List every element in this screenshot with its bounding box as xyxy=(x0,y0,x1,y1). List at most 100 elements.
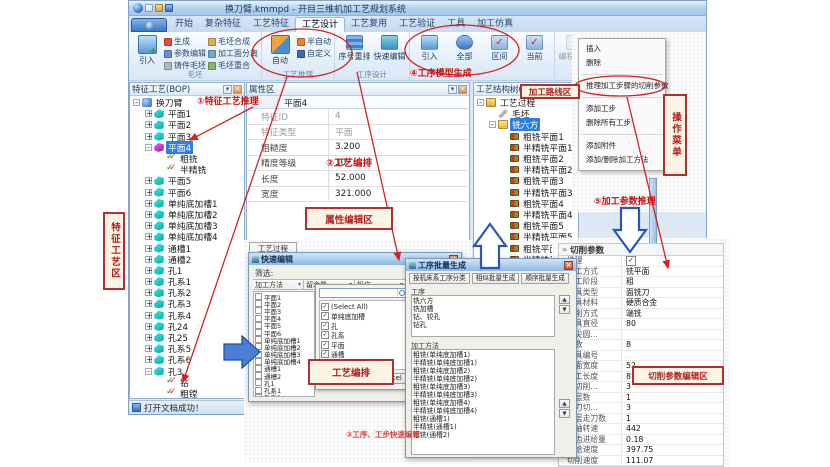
mode-button[interactable]: 相似批量生成 xyxy=(472,273,520,284)
ribbon-tab[interactable]: 工艺设计 xyxy=(295,17,345,32)
param-value[interactable]: 1 xyxy=(621,414,723,424)
ribbon-button[interactable]: 区间 xyxy=(483,34,516,71)
expand-toggle-icon[interactable]: - xyxy=(145,368,152,375)
ribbon-tab[interactable]: 加工仿真 xyxy=(471,17,519,32)
param-value[interactable]: 硬质合金 xyxy=(621,298,723,308)
checklist-item[interactable]: 孔系2 xyxy=(255,394,313,397)
tree-item[interactable]: 粗镗 xyxy=(131,388,243,398)
expand-toggle-icon[interactable]: + xyxy=(145,200,152,207)
application-menu-button[interactable] xyxy=(131,18,167,32)
list-item[interactable]: 粗铣(单纯底加槽2) xyxy=(413,367,553,375)
menu-item[interactable]: 删除 xyxy=(579,56,665,70)
expand-toggle-icon[interactable]: + xyxy=(145,345,152,352)
ribbon-button[interactable]: 当前 xyxy=(518,34,551,71)
list-item[interactable]: 粗铣(通槽2) xyxy=(413,431,553,439)
expand-toggle-icon[interactable]: + xyxy=(145,278,152,285)
title-bar[interactable]: 换刀臂.kmmpd - 开目三维机加工艺规划系统 xyxy=(129,1,706,16)
param-value[interactable]: 111.07 xyxy=(621,456,723,466)
expand-toggle-icon[interactable]: + xyxy=(145,312,152,319)
expand-toggle-icon[interactable]: + xyxy=(145,300,152,307)
list-item[interactable]: 粗铣(通槽1) xyxy=(413,415,553,423)
expand-toggle-icon[interactable]: + xyxy=(145,121,152,128)
filter-option-checkbox[interactable]: (Select All) xyxy=(321,302,405,312)
pin-icon[interactable] xyxy=(223,85,232,94)
filter-option-checkbox[interactable]: 单纯底加槽 xyxy=(321,312,405,322)
mode-button[interactable]: 按机床系工序分类 xyxy=(409,273,470,284)
expand-toggle-icon[interactable]: - xyxy=(133,99,140,106)
expand-toggle-icon[interactable]: + xyxy=(145,323,152,330)
menu-item[interactable]: 添加工步 xyxy=(579,102,665,116)
param-value[interactable]: 8 xyxy=(621,340,723,350)
property-row[interactable]: 宽度321.000 xyxy=(248,187,468,203)
vertical-scrollbar[interactable] xyxy=(649,178,657,244)
param-value[interactable]: 面铣刀 xyxy=(621,288,723,298)
property-value[interactable]: 321.000 xyxy=(328,187,468,202)
ribbon-small-button[interactable]: 自定义 xyxy=(297,48,331,59)
import-blank-button[interactable]: 引入 xyxy=(132,34,162,71)
ribbon-small-button[interactable]: 毛坯合成 xyxy=(208,36,258,47)
ribbon-tab[interactable]: 工艺特征 xyxy=(247,17,295,32)
param-value[interactable] xyxy=(621,351,723,361)
ribbon-tab[interactable]: 工艺验证 xyxy=(393,17,441,32)
filter-option-checkbox[interactable]: 通槽 xyxy=(321,350,405,360)
chevron-down-icon[interactable]: ▾ xyxy=(298,281,301,288)
filter-option-checkbox[interactable]: 孔 xyxy=(321,321,405,331)
move-up-button[interactable]: ▲ xyxy=(559,399,570,408)
mode-button[interactable]: 顺序批量生成 xyxy=(521,273,569,284)
filter-option-checkbox[interactable]: 平面 xyxy=(321,340,405,350)
filter-option-checkbox[interactable]: 孔系 xyxy=(321,331,405,341)
move-down-button[interactable]: ▼ xyxy=(559,409,570,418)
param-value[interactable]: 0.18 xyxy=(621,435,723,445)
table-header[interactable]: » 切削参数 xyxy=(559,244,723,256)
menu-item[interactable]: 删除所有工步 xyxy=(579,116,665,130)
open-folder-icon[interactable] xyxy=(155,4,163,12)
ribbon-button[interactable]: 快速编辑 xyxy=(373,34,406,71)
expand-toggle-icon[interactable]: + xyxy=(145,133,152,140)
param-value[interactable]: 粗 xyxy=(621,277,723,287)
param-value[interactable]: 442 xyxy=(621,424,723,434)
param-value[interactable]: 1 xyxy=(621,393,723,403)
list-item[interactable]: 半精铣(单纯底加槽3) xyxy=(413,391,553,399)
expand-toggle-icon[interactable]: + xyxy=(145,211,152,218)
ribbon-tab[interactable]: 工具 xyxy=(441,17,471,32)
param-value[interactable]: 铣平面 xyxy=(621,267,723,277)
save-icon[interactable] xyxy=(165,4,173,12)
ribbon-small-button[interactable]: 参数编辑 xyxy=(164,48,206,59)
menu-item[interactable]: 添加附件 xyxy=(579,139,665,153)
ribbon-tab[interactable]: 开始 xyxy=(169,17,199,32)
property-value[interactable]: 3.200 xyxy=(328,140,468,155)
close-icon[interactable] xyxy=(233,85,242,94)
expand-toggle-icon[interactable]: - xyxy=(477,99,484,106)
menu-item[interactable]: 推理加工步骤的切削参数 xyxy=(579,79,665,93)
close-icon[interactable]: × xyxy=(564,261,573,270)
param-row[interactable]: 切削速度111.07 xyxy=(559,456,723,467)
property-value[interactable]: 52.000 xyxy=(328,171,468,186)
list-item[interactable]: 半精铣(单纯底加槽2) xyxy=(413,375,553,383)
ribbon-small-button[interactable]: 半自动 xyxy=(297,36,331,47)
list-item[interactable]: 粗铣(单纯底加槽1) xyxy=(413,351,553,359)
tree-item[interactable]: +孔系6 xyxy=(131,354,243,365)
collapse-chevron-icon[interactable]: » xyxy=(562,245,567,254)
dialog-title-bar[interactable]: 工序批量生成 × xyxy=(406,259,576,271)
property-value[interactable]: 4 xyxy=(328,109,468,124)
list-item[interactable]: 钻、铰孔 xyxy=(413,313,553,321)
ribbon-small-button[interactable]: 生成 xyxy=(164,36,206,47)
expand-toggle-icon[interactable]: + xyxy=(145,233,152,240)
new-document-icon[interactable] xyxy=(145,4,153,12)
param-value[interactable]: 80 xyxy=(621,319,723,329)
pin-icon[interactable] xyxy=(448,85,457,94)
list-item[interactable]: 铣六方 xyxy=(413,297,553,305)
menu-item[interactable]: 插入 xyxy=(579,42,665,56)
close-icon[interactable] xyxy=(458,85,467,94)
param-value[interactable]: 397.75 xyxy=(621,445,723,455)
auto-in-button[interactable]: 自动 xyxy=(265,34,295,71)
property-value[interactable]: 平面 xyxy=(328,125,468,140)
expand-toggle-icon[interactable]: - xyxy=(489,121,496,128)
property-row[interactable]: 特征类型平面 xyxy=(248,125,468,141)
property-row[interactable]: 特征ID4 xyxy=(248,109,468,125)
expand-toggle-icon[interactable]: + xyxy=(145,177,152,184)
expand-toggle-icon[interactable]: + xyxy=(145,334,152,341)
list-item[interactable]: 半精铣(单纯底加槽1) xyxy=(413,359,553,367)
expand-toggle-icon[interactable]: - xyxy=(145,144,152,151)
expand-toggle-icon[interactable]: + xyxy=(145,222,152,229)
